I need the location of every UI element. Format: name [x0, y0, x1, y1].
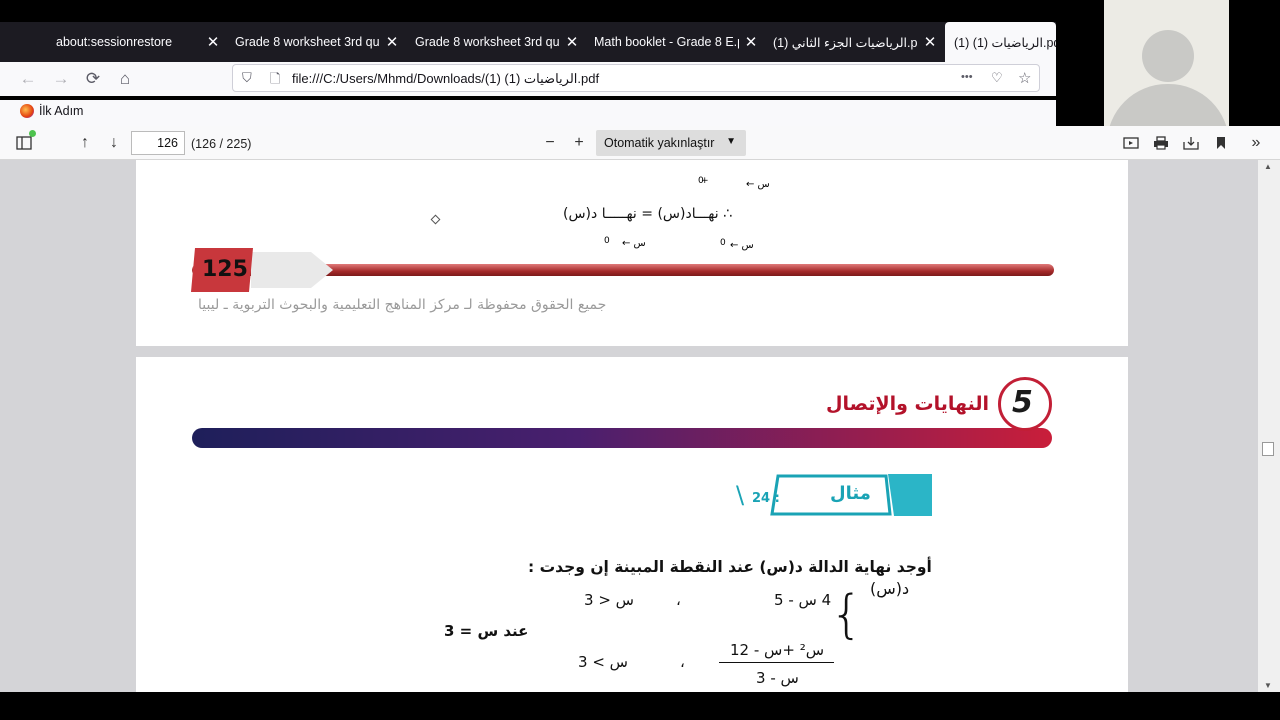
close-icon[interactable]: ✕	[201, 33, 225, 51]
chapter-bar	[192, 428, 1052, 448]
next-page-icon[interactable]: ↓	[102, 132, 126, 154]
shield-icon[interactable]: ⛉	[242, 70, 252, 86]
pocket-icon[interactable]: ♡	[991, 70, 1003, 86]
limit-equation: ∴ نهـــاد(س) = نهـــــا د(س)	[563, 206, 732, 222]
bookmark-icon[interactable]	[1209, 132, 1233, 154]
question-text: أوجد نهاية الدالة د(س) عند النقطة المبين…	[528, 558, 932, 576]
sub-arrow-right: س ←	[730, 240, 754, 251]
bookmark-label: İlk Adım	[39, 104, 84, 118]
download-icon[interactable]	[1179, 132, 1203, 154]
bookmarks-toolbar: İlk Adım	[0, 100, 1056, 126]
tab-title: Grade 8 worksheet 3rd qua	[235, 35, 380, 49]
close-icon[interactable]: ✕	[739, 33, 763, 51]
forward-arrow-icon[interactable]: →	[48, 67, 74, 91]
screen-top-border	[0, 0, 1056, 22]
page-number-input[interactable]: 126	[131, 131, 185, 155]
case2-denominator: س - 3	[756, 669, 799, 687]
screen-bottom-border	[0, 692, 1280, 720]
tools-chevron-icon[interactable]: »	[1244, 132, 1268, 154]
sub-arrow-left: س ←	[622, 238, 646, 249]
home-icon[interactable]: ⌂	[112, 67, 138, 91]
zoom-in-icon[interactable]: +	[567, 132, 591, 154]
scroll-thumb[interactable]	[1262, 442, 1274, 456]
presentation-mode-icon[interactable]	[1119, 132, 1143, 154]
pdf-page-126: 5 النهايات والإتصال مثال 24 : \ أوجد نها…	[136, 357, 1128, 692]
more-options-icon[interactable]: •••	[961, 71, 973, 83]
close-icon[interactable]: ✕	[918, 33, 942, 51]
zoom-select[interactable]: Otomatik yakınlaştır ▼	[596, 130, 746, 156]
case2-numerator: س² +س - 12	[730, 641, 825, 659]
tab-title: about:sessionrestore	[56, 35, 173, 49]
close-icon[interactable]: ✕	[380, 33, 404, 51]
function-label: د(س)	[870, 579, 910, 598]
pdf-page-125: + 0 س ← ∴ نهـــاد(س) = نهـــــا د(س) 0 س…	[136, 160, 1128, 346]
pdf-viewer[interactable]: + 0 س ← ∴ نهـــاد(س) = نهـــــا د(س) 0 س…	[0, 160, 1258, 692]
fraction-line	[719, 662, 834, 663]
tab-title: الرياضيات (1) (1).pdf	[954, 35, 1056, 50]
tab-math-pdf-active[interactable]: الرياضيات (1) (1).pdf	[945, 22, 1056, 62]
back-arrow-icon[interactable]: ←	[15, 67, 41, 91]
sub-zero-right: 0	[720, 238, 726, 248]
zoom-value: Otomatik yakınlaştır	[604, 136, 715, 150]
at-point-text: عند س = 3	[444, 622, 529, 640]
webcam-overlay	[1104, 0, 1229, 126]
avatar-body	[1107, 84, 1229, 126]
firefox-icon	[20, 104, 34, 118]
scroll-down-icon[interactable]: ▼	[1264, 681, 1272, 690]
tab-strip: about:sessionrestore ✕ Grade 8 worksheet…	[0, 22, 1056, 62]
notification-dot	[29, 130, 36, 137]
file-icon: 🗋	[270, 71, 281, 86]
comma-2: ،	[680, 653, 685, 671]
scroll-up-icon[interactable]: ▲	[1264, 162, 1272, 171]
pdf-toolbar: ↑ ↓ 126 (126 / 225) − + Otomatik yakınla…	[0, 126, 1280, 160]
case2-condition: س > 3	[578, 653, 628, 671]
case1-expression: 4 س - 5	[774, 591, 832, 609]
sub-arrow-top: س ←	[746, 179, 770, 190]
previous-page-icon[interactable]: ↑	[73, 132, 97, 154]
print-icon[interactable]	[1149, 132, 1173, 154]
zoom-out-icon[interactable]: −	[538, 132, 562, 154]
tab-grade8-worksheet-1[interactable]: Grade 8 worksheet 3rd qua ✕	[226, 22, 404, 62]
example-number: 24 :	[752, 491, 780, 506]
page-count: (126 / 225)	[191, 137, 252, 151]
case1-condition: س < 3	[584, 591, 634, 609]
sub-zero-top: 0	[698, 176, 704, 186]
avatar-head	[1142, 30, 1194, 82]
address-bar[interactable]: ⛉ 🗋 file:///C:/Users/Mhmd/Downloads/(1) …	[232, 64, 1040, 92]
chevron-down-icon: ▼	[726, 136, 736, 147]
vertical-scrollbar[interactable]: ▲ ▼	[1258, 160, 1280, 692]
tab-title: Math booklet - Grade 8 E.p	[594, 35, 739, 49]
close-icon[interactable]: ✕	[560, 33, 584, 51]
copyright-text: جميع الحقوق محفوظة لـ مركز المناهج التعل…	[198, 297, 607, 313]
comma-1: ،	[676, 591, 681, 609]
tab-title: الرياضيات الجزء الثاني (1).pdf	[773, 35, 918, 50]
brace-glyph: {	[830, 585, 864, 645]
tab-strip-padding	[0, 22, 47, 62]
example-slash: \	[736, 481, 745, 509]
bookmark-star-icon[interactable]: ☆	[1018, 69, 1031, 87]
tab-math-booklet[interactable]: Math booklet - Grade 8 E.p ✕	[585, 22, 763, 62]
tab-title: Grade 8 worksheet 3rd qua	[415, 35, 560, 49]
url-text[interactable]: file:///C:/Users/Mhmd/Downloads/(1) (1) …	[292, 71, 599, 87]
tab-grade8-worksheet-2[interactable]: Grade 8 worksheet 3rd qua ✕	[406, 22, 584, 62]
tab-session-restore[interactable]: about:sessionrestore ✕	[47, 22, 225, 62]
bookmark-ilk-adim[interactable]: İlk Adım	[20, 104, 83, 118]
reload-icon[interactable]: ⟳	[80, 67, 106, 91]
page-number-badge: 125	[202, 257, 248, 282]
chapter-title: النهايات والإتصال	[826, 393, 990, 415]
example-label: مثال	[830, 483, 871, 504]
chapter-number: 5	[1012, 385, 1033, 420]
cursor-marker	[430, 214, 441, 225]
sub-zero-left: 0	[604, 236, 610, 246]
tab-math-part2[interactable]: الرياضيات الجزء الثاني (1).pdf ✕	[764, 22, 942, 62]
